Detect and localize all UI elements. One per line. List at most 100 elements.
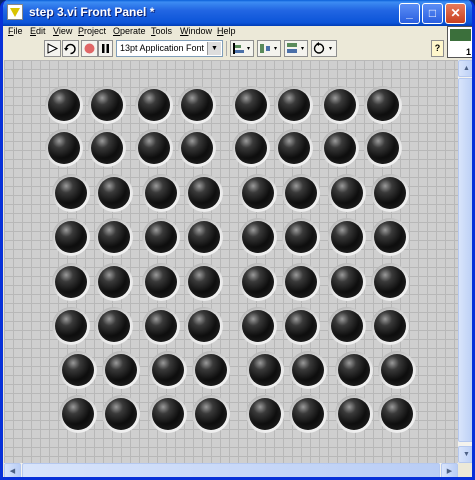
led-lamp bbox=[55, 310, 87, 342]
led-indicator[interactable] bbox=[378, 351, 416, 389]
led-indicator[interactable] bbox=[289, 351, 327, 389]
menu-edit[interactable]: Edit bbox=[30, 26, 46, 36]
led-indicator[interactable] bbox=[45, 86, 83, 124]
connector-pane-icon[interactable]: 1 bbox=[447, 26, 472, 58]
led-indicator[interactable] bbox=[371, 218, 409, 256]
led-indicator[interactable] bbox=[239, 263, 277, 301]
maximize-button[interactable]: □ bbox=[422, 3, 443, 24]
led-indicator[interactable] bbox=[282, 174, 320, 212]
menu-window[interactable]: Window bbox=[180, 26, 212, 36]
led-indicator[interactable] bbox=[378, 395, 416, 433]
vertical-scroll-thumb[interactable] bbox=[458, 78, 472, 442]
led-indicator[interactable] bbox=[102, 395, 140, 433]
led-indicator[interactable] bbox=[282, 218, 320, 256]
led-indicator[interactable] bbox=[232, 129, 270, 167]
run-arrow-icon[interactable] bbox=[44, 40, 61, 57]
abort-stop-icon[interactable] bbox=[81, 40, 98, 57]
led-indicator[interactable] bbox=[185, 263, 223, 301]
pause-icon[interactable] bbox=[98, 40, 113, 57]
menu-project[interactable]: Project bbox=[78, 26, 106, 36]
horizontal-scrollbar[interactable]: ◀ ▶ bbox=[4, 463, 458, 477]
led-indicator[interactable] bbox=[135, 86, 173, 124]
led-indicator[interactable] bbox=[95, 174, 133, 212]
led-indicator[interactable] bbox=[52, 174, 90, 212]
led-indicator[interactable] bbox=[135, 129, 173, 167]
menu-help[interactable]: Help bbox=[217, 26, 236, 36]
led-indicator[interactable] bbox=[59, 351, 97, 389]
led-indicator[interactable] bbox=[239, 218, 277, 256]
led-indicator[interactable] bbox=[52, 263, 90, 301]
led-indicator[interactable] bbox=[289, 395, 327, 433]
vertical-scrollbar[interactable]: ▲ ▼ bbox=[458, 60, 472, 463]
led-indicator[interactable] bbox=[328, 307, 366, 345]
resize-objects-icon[interactable] bbox=[284, 40, 308, 57]
led-indicator[interactable] bbox=[95, 307, 133, 345]
led-indicator[interactable] bbox=[59, 395, 97, 433]
led-indicator[interactable] bbox=[185, 307, 223, 345]
led-indicator[interactable] bbox=[335, 395, 373, 433]
scroll-right-button[interactable]: ▶ bbox=[441, 463, 458, 477]
led-indicator[interactable] bbox=[178, 86, 216, 124]
led-indicator[interactable] bbox=[232, 86, 270, 124]
led-indicator[interactable] bbox=[321, 129, 359, 167]
led-indicator[interactable] bbox=[142, 218, 180, 256]
reorder-objects-icon[interactable] bbox=[311, 40, 337, 57]
led-indicator[interactable] bbox=[192, 351, 230, 389]
led-indicator[interactable] bbox=[185, 218, 223, 256]
menu-file[interactable]: File bbox=[8, 26, 23, 36]
led-indicator[interactable] bbox=[185, 174, 223, 212]
led-indicator[interactable] bbox=[102, 351, 140, 389]
led-indicator[interactable] bbox=[364, 86, 402, 124]
scroll-down-button[interactable]: ▼ bbox=[458, 446, 472, 463]
led-indicator[interactable] bbox=[371, 307, 409, 345]
led-lamp bbox=[374, 266, 406, 298]
led-indicator[interactable] bbox=[328, 218, 366, 256]
resize-grip[interactable] bbox=[458, 463, 472, 477]
led-indicator[interactable] bbox=[282, 263, 320, 301]
led-indicator[interactable] bbox=[239, 307, 277, 345]
context-help-button[interactable]: ? bbox=[431, 40, 444, 57]
led-indicator[interactable] bbox=[246, 351, 284, 389]
led-indicator[interactable] bbox=[371, 263, 409, 301]
led-indicator[interactable] bbox=[239, 174, 277, 212]
menu-view[interactable]: View bbox=[53, 26, 72, 36]
led-indicator[interactable] bbox=[88, 86, 126, 124]
led-indicator[interactable] bbox=[52, 307, 90, 345]
menu-operate[interactable]: Operate bbox=[113, 26, 146, 36]
led-indicator[interactable] bbox=[52, 218, 90, 256]
led-indicator[interactable] bbox=[178, 129, 216, 167]
led-indicator[interactable] bbox=[275, 86, 313, 124]
scroll-up-button[interactable]: ▲ bbox=[458, 60, 472, 77]
font-selector[interactable]: 13pt Application Font ▼ bbox=[116, 40, 223, 57]
led-indicator[interactable] bbox=[95, 218, 133, 256]
led-indicator[interactable] bbox=[142, 263, 180, 301]
distribute-objects-icon[interactable] bbox=[257, 40, 281, 57]
led-indicator[interactable] bbox=[321, 86, 359, 124]
led-indicator[interactable] bbox=[192, 395, 230, 433]
title-bar[interactable]: step 3.vi Front Panel * _ □ ✕ bbox=[3, 0, 472, 26]
led-indicator[interactable] bbox=[371, 174, 409, 212]
led-indicator[interactable] bbox=[95, 263, 133, 301]
menu-tools[interactable]: Tools bbox=[151, 26, 172, 36]
continuous-run-icon[interactable] bbox=[62, 40, 79, 57]
led-indicator[interactable] bbox=[275, 129, 313, 167]
close-button[interactable]: ✕ bbox=[445, 3, 466, 24]
led-indicator[interactable] bbox=[364, 129, 402, 167]
align-objects-icon[interactable] bbox=[230, 40, 254, 57]
led-indicator[interactable] bbox=[149, 395, 187, 433]
led-indicator[interactable] bbox=[45, 129, 83, 167]
minimize-button[interactable]: _ bbox=[399, 3, 420, 24]
led-indicator[interactable] bbox=[149, 351, 187, 389]
led-indicator[interactable] bbox=[246, 395, 284, 433]
scroll-left-button[interactable]: ◀ bbox=[4, 463, 21, 477]
led-indicator[interactable] bbox=[335, 351, 373, 389]
led-indicator[interactable] bbox=[282, 307, 320, 345]
front-panel-canvas[interactable] bbox=[4, 60, 458, 463]
led-indicator[interactable] bbox=[142, 174, 180, 212]
led-lamp bbox=[138, 89, 170, 121]
led-indicator[interactable] bbox=[142, 307, 180, 345]
led-indicator[interactable] bbox=[328, 263, 366, 301]
led-indicator[interactable] bbox=[328, 174, 366, 212]
horizontal-scroll-thumb[interactable] bbox=[22, 463, 440, 477]
led-indicator[interactable] bbox=[88, 129, 126, 167]
